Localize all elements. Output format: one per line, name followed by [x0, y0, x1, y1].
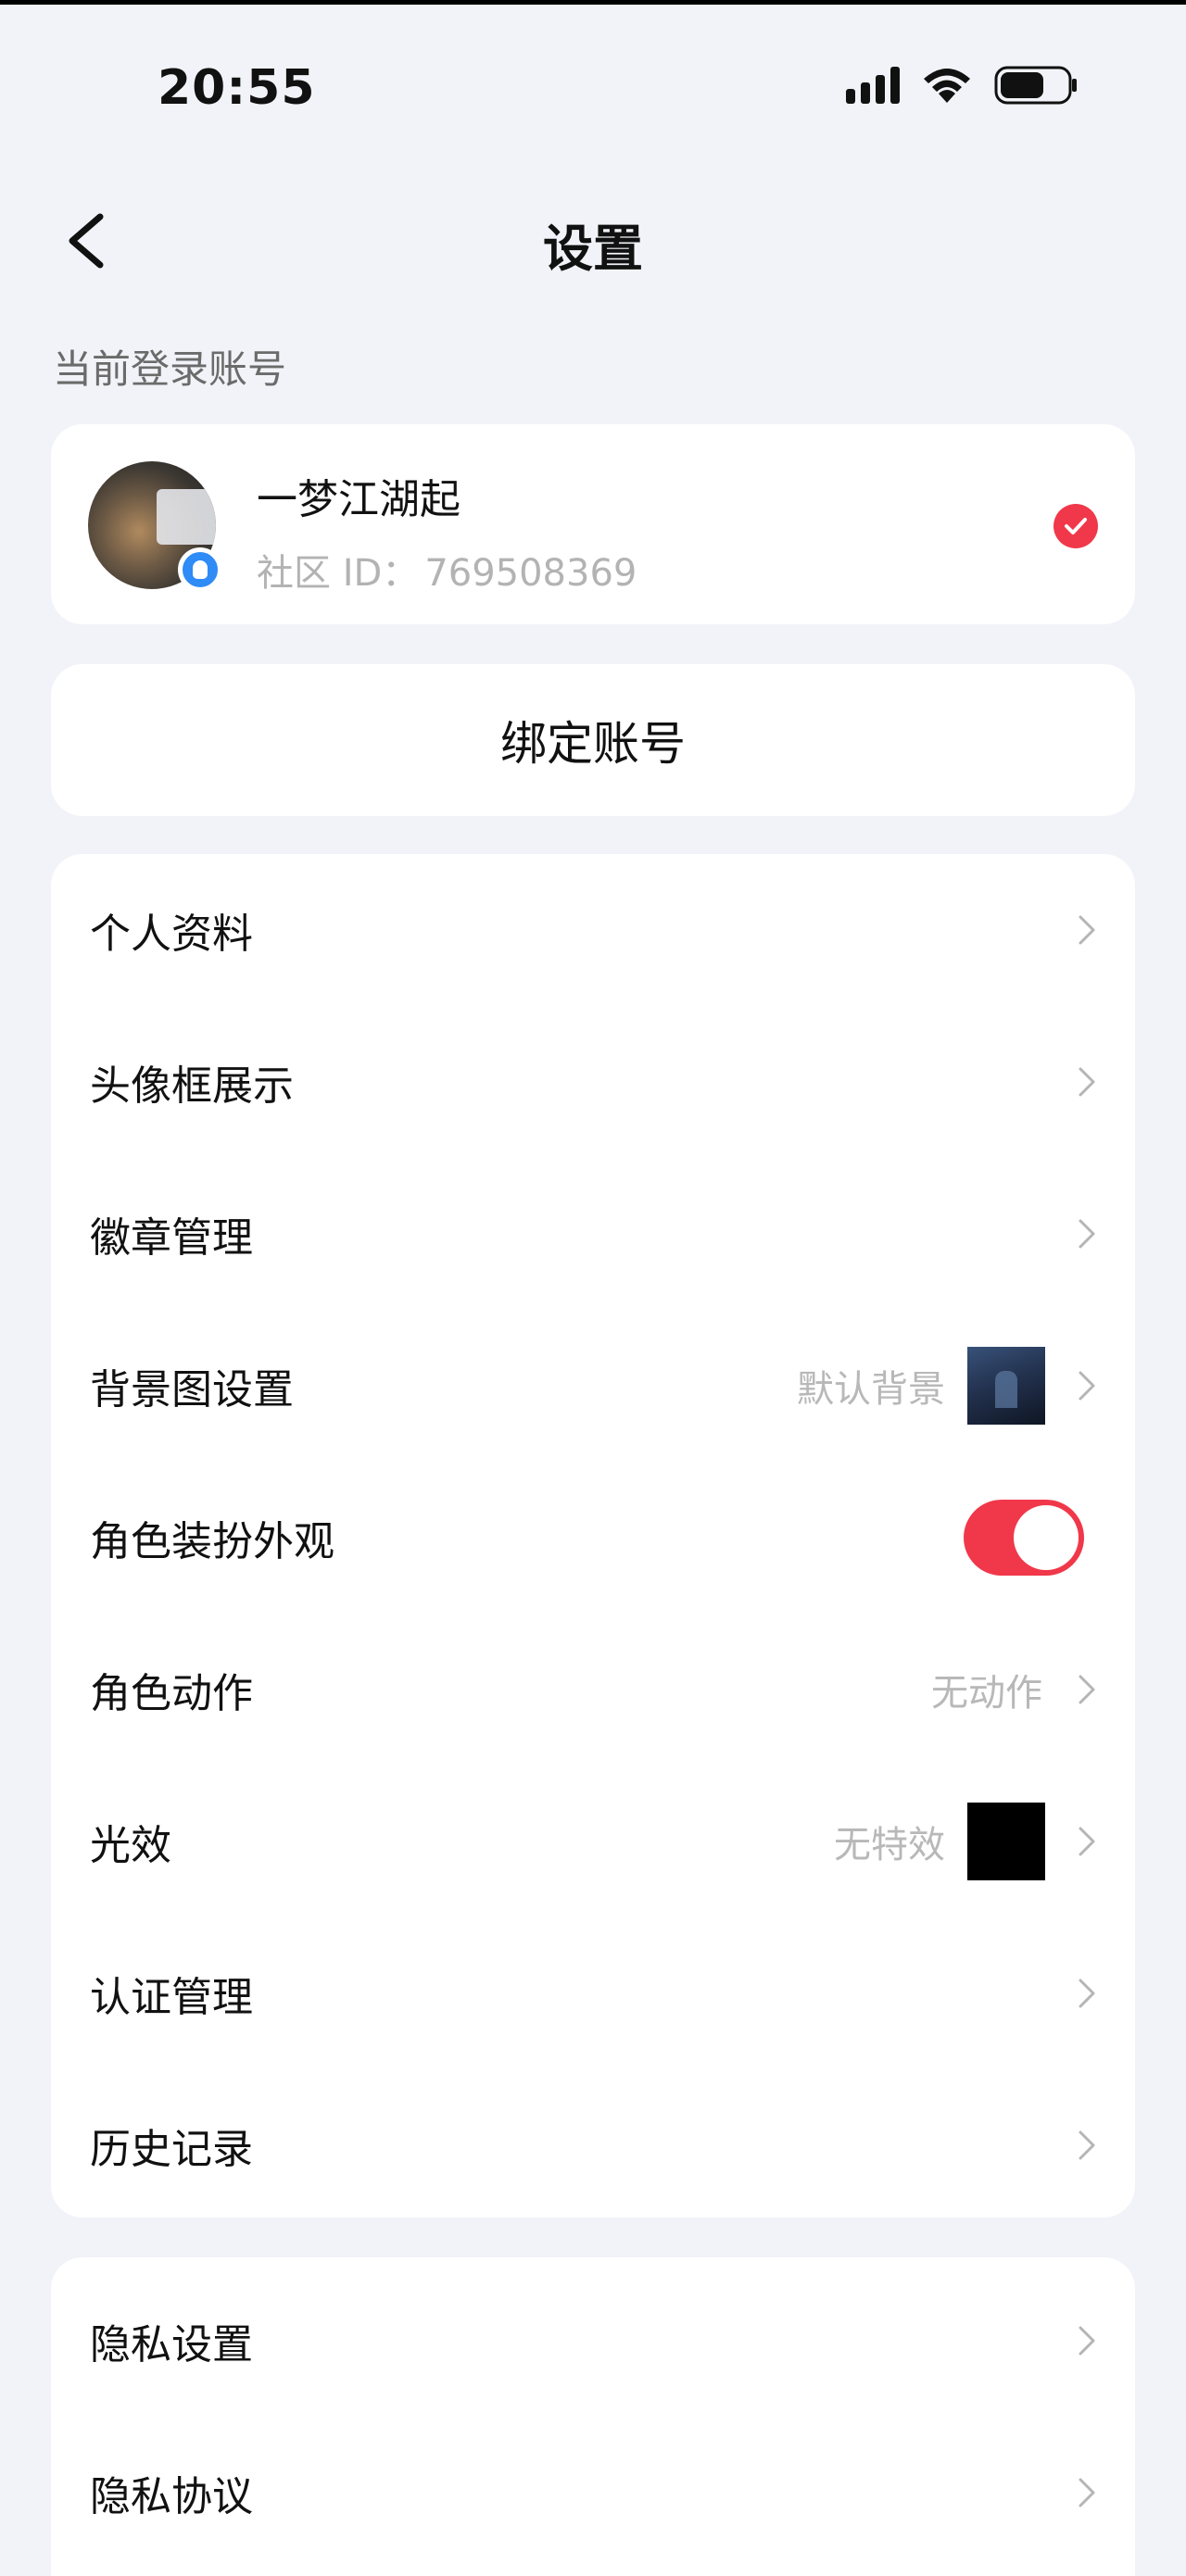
bind-account-label: 绑定账号: [500, 717, 686, 771]
privacy-menu: 隐私设置 隐私协议: [51, 2257, 1135, 2576]
chevron-right-icon: [1079, 2130, 1095, 2160]
qq-icon: [178, 547, 222, 592]
menu-item-history[interactable]: 历史记录: [51, 2069, 1135, 2221]
menu-item-value: 无动作: [931, 1672, 1042, 1715]
chevron-right-icon: [1079, 1675, 1095, 1704]
menu-item-label: 角色装扮外观: [90, 1518, 334, 1565]
menu-item-label: 认证管理: [90, 1974, 253, 2021]
menu-item-label: 历史记录: [90, 2126, 253, 2173]
current-account-label: 当前登录账号: [53, 346, 287, 392]
menu-item-role-action[interactable]: 角色动作 无动作: [51, 1614, 1135, 1766]
menu-item-verification[interactable]: 认证管理: [51, 1917, 1135, 2069]
menu-item-profile[interactable]: 个人资料: [51, 854, 1135, 1006]
menu-item-label: 光效: [90, 1822, 171, 1869]
nav-bar: 设置: [0, 185, 1186, 296]
signal-icon: [846, 67, 900, 104]
community-id-value: 769508369: [424, 552, 637, 595]
community-id-label: 社区 ID：: [257, 552, 420, 595]
account-card[interactable]: 一梦江湖起 社区 ID： 769508369: [51, 424, 1135, 624]
page-title: 设置: [543, 220, 643, 278]
chevron-right-icon: [1079, 1371, 1095, 1401]
menu-item-label: 个人资料: [90, 911, 253, 958]
chevron-right-icon: [1079, 2478, 1095, 2507]
light-effect-thumbnail: [967, 1803, 1045, 1880]
menu-item-label: 头像框展示: [90, 1062, 294, 1110]
role-appearance-toggle[interactable]: [964, 1500, 1084, 1576]
menu-item-role-appearance: 角色装扮外观: [51, 1462, 1135, 1614]
settings-menu: 个人资料 头像框展示 徽章管理 背景图设置 默认背景 角色装扮外观 角色动作 无…: [51, 854, 1135, 2218]
toggle-knob: [1014, 1505, 1079, 1570]
chevron-right-icon: [1079, 1827, 1095, 1856]
chevron-right-icon: [1079, 2326, 1095, 2356]
status-icons: [846, 65, 1079, 106]
menu-item-label: 徽章管理: [90, 1214, 253, 1262]
menu-item-light-effect[interactable]: 光效 无特效: [51, 1766, 1135, 1917]
menu-item-privacy-agreement[interactable]: 隐私协议: [51, 2417, 1135, 2569]
settings-screen: 20:55 设置 当前登录账号 一梦江湖起 社区 ID： 769508369 绑…: [0, 0, 1186, 2576]
check-icon: [1054, 504, 1098, 548]
chevron-right-icon: [1079, 1979, 1095, 2008]
top-border: [0, 0, 1186, 5]
battery-icon: [994, 66, 1077, 105]
menu-item-label: 隐私协议: [90, 2473, 253, 2520]
menu-item-avatar-frame[interactable]: 头像框展示: [51, 1006, 1135, 1158]
avatar-photo-detail: [157, 489, 216, 545]
wifi-icon: [924, 69, 970, 103]
menu-item-value: 无特效: [834, 1824, 945, 1866]
menu-item-privacy-settings[interactable]: 隐私设置: [51, 2265, 1135, 2417]
account-name: 一梦江湖起: [257, 476, 461, 523]
background-thumbnail: [967, 1347, 1045, 1425]
chevron-right-icon: [1079, 1067, 1095, 1097]
menu-item-label: 角色动作: [90, 1670, 253, 1717]
status-time: 20:55: [158, 60, 316, 116]
chevron-right-icon: [1079, 1219, 1095, 1249]
chevron-right-icon: [1079, 915, 1095, 945]
menu-item-badges[interactable]: 徽章管理: [51, 1158, 1135, 1310]
status-bar: 20:55: [0, 37, 1186, 139]
community-id: 社区 ID： 769508369: [257, 543, 637, 597]
menu-item-value: 默认背景: [797, 1368, 945, 1411]
menu-item-label: 背景图设置: [90, 1366, 294, 1414]
bind-account-button[interactable]: 绑定账号: [51, 664, 1135, 816]
menu-item-background[interactable]: 背景图设置 默认背景: [51, 1310, 1135, 1462]
menu-item-label: 隐私设置: [90, 2321, 253, 2369]
